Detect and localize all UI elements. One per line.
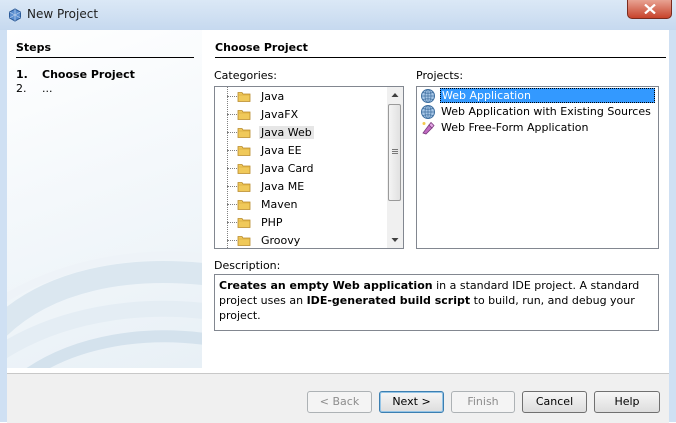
scroll-thumb[interactable] (388, 104, 401, 201)
help-button[interactable]: Help (594, 391, 660, 413)
category-item[interactable]: Java Web (215, 124, 387, 142)
category-label: JavaFX (261, 108, 299, 121)
step-number: 2. (16, 82, 27, 95)
description-bold-1: Creates an empty Web application (219, 279, 433, 292)
category-item[interactable]: JavaFX (215, 106, 387, 124)
category-item[interactable]: Groovy (215, 232, 387, 248)
folder-icon (237, 107, 251, 121)
free-form-icon (420, 120, 436, 136)
title-divider (215, 57, 666, 58)
button-bar: < Back Next > Finish Cancel Help (7, 373, 669, 423)
step-label: Choose Project (42, 68, 135, 81)
folder-icon (237, 233, 251, 247)
category-item[interactable]: Maven (215, 196, 387, 214)
folder-icon (237, 197, 251, 211)
categories-scrollbar[interactable] (387, 87, 403, 248)
categories-label: Categories: (214, 69, 277, 82)
category-label: Java Card (261, 162, 314, 175)
steps-divider (16, 57, 194, 58)
next-button[interactable]: Next > (379, 391, 444, 413)
category-item[interactable]: PHP (215, 214, 387, 232)
projects-label: Projects: (416, 69, 464, 82)
folder-icon (237, 125, 251, 139)
project-label: Web Application (440, 88, 655, 103)
folder-icon (237, 215, 251, 229)
project-item[interactable]: Web Application with Existing Sources (418, 104, 658, 120)
category-item[interactable]: Java (215, 88, 387, 106)
project-label: Web Free-Form Application (441, 121, 589, 134)
description-bold-2: IDE-generated build script (306, 294, 471, 307)
categories-tree[interactable]: Java JavaFX Java Web Java EE Java Card Java M… (214, 86, 404, 249)
projects-list[interactable]: Web Application Web Application with Exis… (416, 86, 659, 249)
title-bar[interactable]: New Project (0, 0, 676, 30)
scroll-down-arrow-icon[interactable] (387, 232, 403, 248)
description-label: Description: (214, 259, 281, 272)
category-label: Java ME (261, 180, 305, 193)
globe-icon (420, 88, 436, 104)
folder-icon (237, 179, 251, 193)
category-label: Maven (261, 198, 298, 211)
new-project-dialog: New Project Steps 1. Choose Project 2. .… (0, 0, 676, 423)
step-label: ... (42, 82, 53, 95)
close-button[interactable] (627, 0, 672, 19)
finish-button[interactable]: Finish (451, 391, 515, 413)
category-label: PHP (261, 216, 283, 229)
folder-icon (237, 143, 251, 157)
steps-panel: Steps 1. Choose Project 2. ... (7, 30, 202, 368)
scroll-up-arrow-icon[interactable] (387, 87, 403, 103)
category-label: Java Web (259, 126, 314, 139)
close-icon (644, 4, 656, 14)
project-label: Web Application with Existing Sources (441, 105, 651, 118)
folder-icon (237, 161, 251, 175)
page-title: Choose Project (215, 41, 308, 54)
category-label: Java EE (261, 144, 302, 157)
steps-heading: Steps (16, 41, 52, 54)
description-box: Creates an empty Web application in a st… (214, 274, 659, 331)
globe-icon (420, 104, 436, 120)
window-title: New Project (27, 7, 99, 21)
category-item[interactable]: Java ME (215, 178, 387, 196)
folder-icon (237, 89, 251, 103)
category-label: Groovy (261, 234, 301, 247)
category-item[interactable]: Java Card (215, 160, 387, 178)
cancel-button[interactable]: Cancel (522, 391, 587, 413)
back-button[interactable]: < Back (307, 391, 372, 413)
step-number: 1. (16, 68, 28, 81)
category-item[interactable]: Java EE (215, 142, 387, 160)
category-label: Java (261, 90, 285, 103)
netbeans-icon (9, 8, 21, 22)
project-item[interactable]: Web Free-Form Application (418, 120, 658, 136)
project-item[interactable]: Web Application (418, 88, 658, 104)
